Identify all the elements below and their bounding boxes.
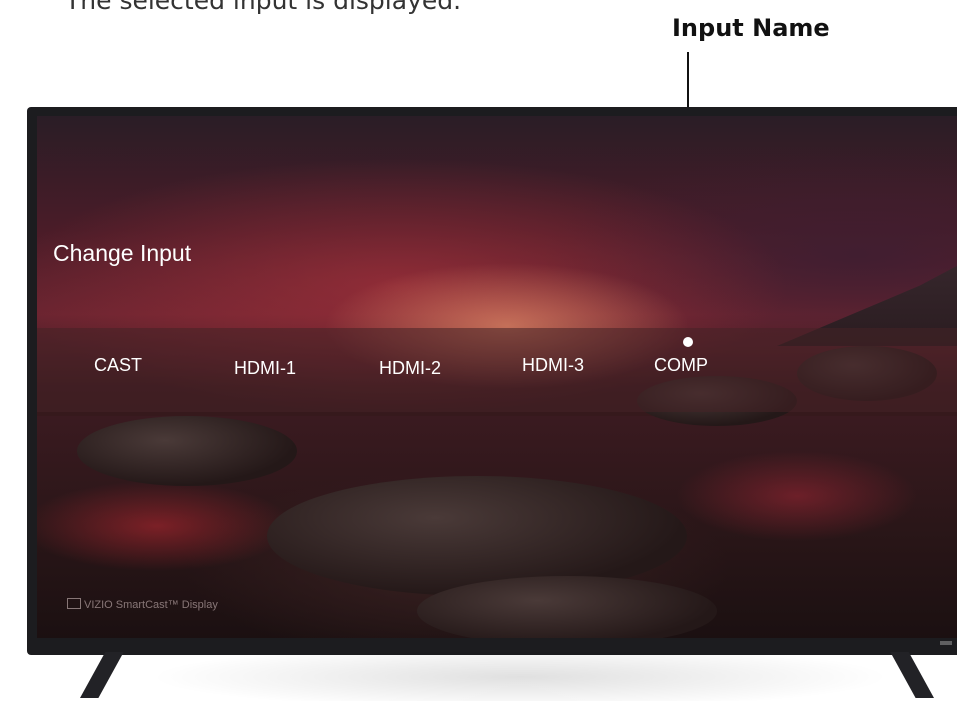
page: The selected input is displayed. Input N…	[0, 0, 957, 701]
tv-screen: Change Input CAST HDMI-1 HDMI-2 HDMI-3 C…	[37, 116, 957, 638]
tv-logo-badge	[940, 641, 952, 645]
background-rock	[77, 416, 297, 486]
input-item-hdmi-2[interactable]: HDMI-2	[379, 358, 441, 379]
change-input-title: Change Input	[53, 240, 192, 266]
brand-watermark: VIZIO SmartCast™ Display	[67, 598, 218, 611]
cast-display-icon	[67, 598, 81, 609]
background-rock	[417, 576, 717, 638]
callout-label: Input Name	[672, 14, 830, 42]
input-item-cast[interactable]: CAST	[94, 355, 142, 376]
input-item-comp[interactable]: COMP	[654, 355, 708, 376]
brand-text: VIZIO SmartCast™ Display	[84, 599, 218, 611]
input-item-hdmi-3[interactable]: HDMI-3	[522, 355, 584, 376]
input-list: CAST HDMI-1 HDMI-2 HDMI-3 COMP	[37, 328, 957, 412]
callout-dot	[683, 337, 693, 347]
input-item-hdmi-1[interactable]: HDMI-1	[234, 358, 296, 379]
page-caption: The selected input is displayed.	[65, 0, 462, 15]
tv-floor-shadow	[80, 652, 957, 701]
